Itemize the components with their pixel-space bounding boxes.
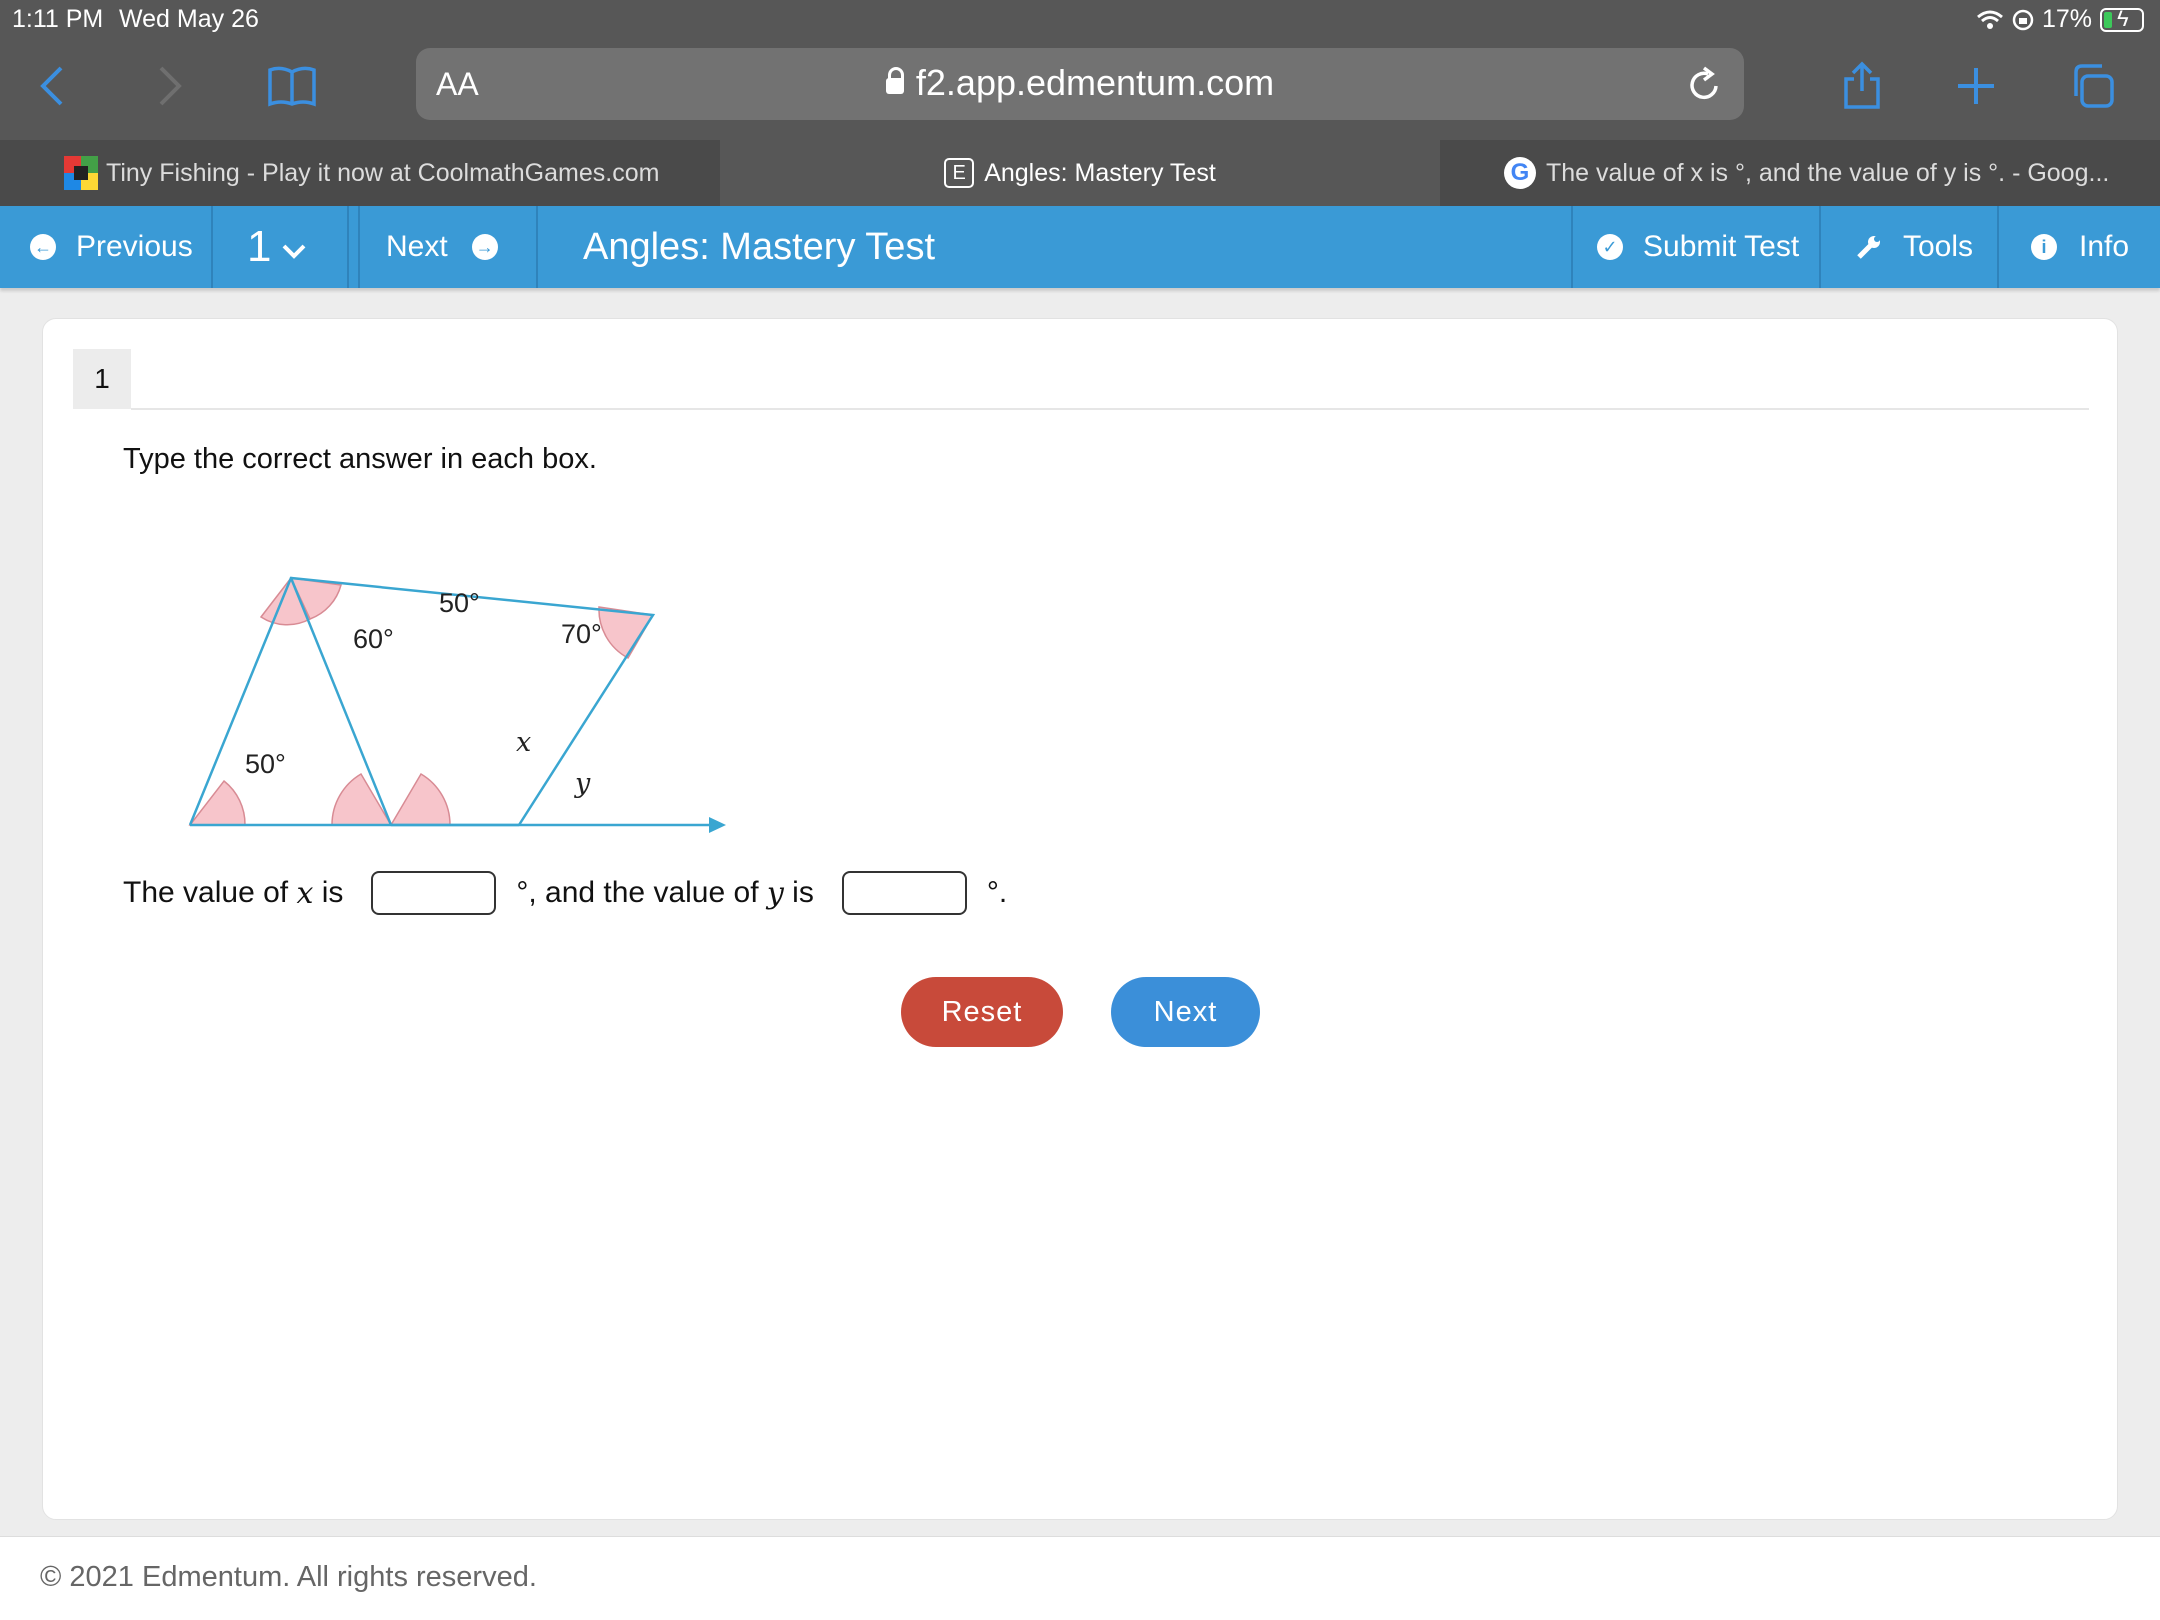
- wifi-icon: [1976, 10, 2003, 29]
- answer-var-y: y: [766, 875, 784, 911]
- arrow-head-icon: [709, 817, 726, 833]
- tab-coolmath[interactable]: Tiny Fishing - Play it now at CoolmathGa…: [0, 140, 766, 206]
- tab-title: Angles: Mastery Test: [984, 158, 1216, 187]
- bookmarks-icon[interactable]: [262, 56, 322, 116]
- figure-diagonal: [289, 577, 393, 826]
- question-instruction: Type the correct answer in each box.: [123, 443, 597, 475]
- answer-text: °, and the value of: [516, 876, 767, 909]
- answer-text: °.: [986, 876, 1008, 909]
- tab-strip: Tiny Fishing - Play it now at CoolmathGa…: [0, 140, 2160, 206]
- wrench-icon: [1857, 236, 1880, 259]
- next-button[interactable]: Next: [1111, 977, 1260, 1047]
- label-angle-top-left: 60°: [353, 624, 394, 654]
- url-text: f2.app.edmentum.com: [915, 62, 1275, 103]
- status-bar: 1:11 PM Wed May 26 17% ϟ: [0, 0, 2160, 38]
- check-circle-icon: ✓: [1597, 234, 1623, 260]
- answer-var-x: x: [296, 875, 314, 911]
- label-angle-bottom-left: 50°: [245, 749, 286, 779]
- next-nav-button[interactable]: Next →: [358, 206, 538, 288]
- tabs-overview-icon[interactable]: [2062, 56, 2122, 116]
- question-panel: 1 Type the correct answer in each box. 5…: [42, 318, 2118, 1520]
- google-favicon-icon: [1504, 157, 1536, 189]
- test-navigation-bar: ← Previous 1 Next → Angles: Mastery Test…: [0, 206, 2160, 288]
- arrow-right-circle-icon: →: [471, 234, 498, 260]
- address-bar[interactable]: AA f2.app.edmentum.com: [416, 48, 1744, 120]
- reset-button[interactable]: Reset: [901, 977, 1063, 1047]
- angle-wedge-x: [331, 772, 393, 826]
- forward-icon[interactable]: [140, 56, 200, 116]
- next-nav-label: Next: [386, 230, 448, 263]
- share-icon[interactable]: [1832, 56, 1892, 116]
- info-circle-icon: i: [2031, 234, 2057, 260]
- answer-text: is: [313, 876, 344, 909]
- tools-label: Tools: [1903, 230, 1974, 263]
- lock-icon: [885, 67, 904, 94]
- edmentum-favicon-icon: E: [944, 158, 975, 188]
- submit-test-button[interactable]: ✓ Submit Test: [1571, 206, 1821, 288]
- x-answer-input[interactable]: [371, 871, 497, 915]
- copyright-text: © 2021 Edmentum. All rights reserved.: [40, 1561, 537, 1593]
- question-number-tab: 1: [73, 349, 131, 409]
- new-tab-icon[interactable]: [1946, 56, 2006, 116]
- orientation-lock-icon: [2012, 9, 2034, 30]
- submit-test-label: Submit Test: [1643, 230, 1800, 263]
- status-date: Wed May 26: [119, 5, 259, 33]
- tab-title: The value of x is °, and the value of y …: [1546, 158, 2110, 187]
- status-time: 1:11 PM: [12, 5, 104, 33]
- label-y: y: [574, 768, 591, 799]
- status-indicators: 17% ϟ: [1976, 5, 2144, 34]
- previous-label: Previous: [76, 230, 193, 263]
- label-angle-right: 70°: [561, 619, 602, 649]
- y-answer-input[interactable]: [841, 871, 967, 915]
- tab-google-search[interactable]: The value of x is °, and the value of y …: [1440, 140, 2160, 206]
- answer-text: The value of: [123, 876, 297, 909]
- angle-figure: 50° 60° 70° 50° x y: [188, 576, 726, 833]
- label-angle-top-right: 50°: [439, 588, 480, 618]
- page-title: Angles: Mastery Test: [583, 226, 936, 268]
- info-button[interactable]: i Info: [2007, 206, 2160, 288]
- answer-sentence: The value of x is °, and the value of y …: [123, 871, 1007, 915]
- question-selector[interactable]: 1: [223, 206, 349, 288]
- url-display[interactable]: f2.app.edmentum.com: [416, 62, 1744, 104]
- info-label: Info: [2079, 230, 2130, 263]
- angle-wedge-y: [389, 772, 451, 826]
- reload-icon[interactable]: [1686, 64, 1722, 104]
- previous-button[interactable]: ← Previous: [0, 206, 213, 288]
- tools-button[interactable]: Tools: [1829, 206, 1999, 288]
- footer: © 2021 Edmentum. All rights reserved.: [0, 1536, 2160, 1620]
- arrow-left-circle-icon: ←: [30, 234, 56, 260]
- divider: [131, 408, 2089, 410]
- tab-title: Tiny Fishing - Play it now at CoolmathGa…: [106, 158, 660, 187]
- coolmath-favicon-icon: [64, 156, 98, 190]
- battery-icon: ϟ: [2100, 6, 2144, 32]
- chevron-down-icon: [283, 244, 306, 259]
- question-selector-number: 1: [247, 222, 272, 271]
- back-icon[interactable]: [22, 56, 82, 116]
- tab-angles-mastery[interactable]: E Angles: Mastery Test: [720, 140, 1440, 206]
- answer-text: is: [783, 876, 814, 909]
- label-x: x: [516, 727, 531, 758]
- battery-percent: 17%: [2041, 5, 2092, 33]
- browser-toolbar: AA f2.app.edmentum.com: [0, 38, 2160, 140]
